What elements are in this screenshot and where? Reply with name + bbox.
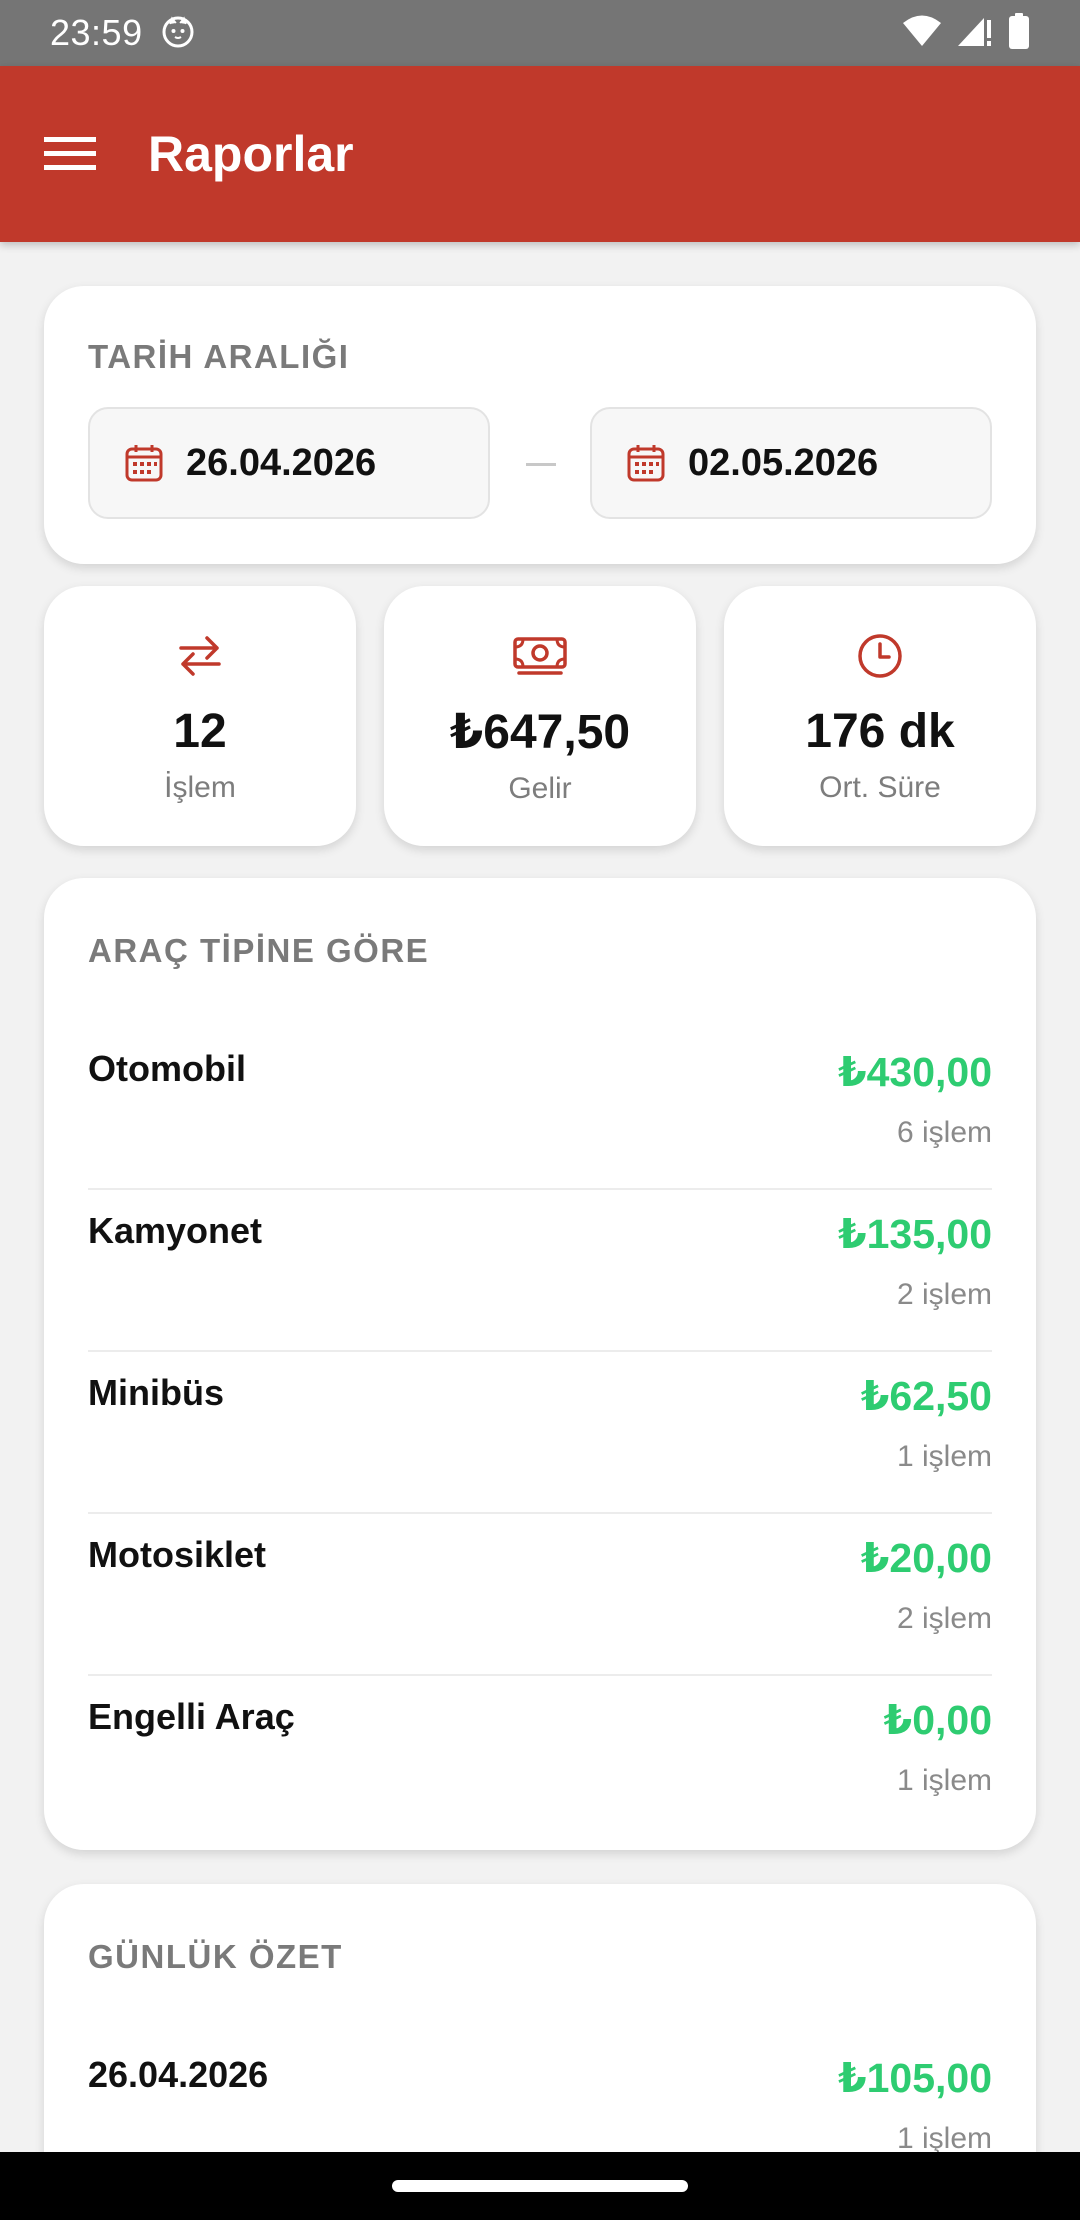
status-bar: 23:59 — [0, 0, 1080, 66]
clock-icon — [856, 628, 904, 684]
start-date-value: 26.04.2026 — [186, 441, 377, 484]
cat-notification-icon — [161, 14, 195, 53]
stat-card-average-duration: 176 dk Ort. Süre — [724, 586, 1036, 846]
start-date-field[interactable]: 26.04.2026 — [88, 407, 490, 519]
date-range-card: TARİH ARALIĞI 26.04.2026 02.05.2026 — [44, 286, 1036, 564]
date-range-title: TARİH ARALIĞI — [88, 338, 350, 375]
hamburger-menu-icon — [44, 137, 96, 170]
money-icon — [513, 628, 567, 684]
end-date-value: 02.05.2026 — [688, 441, 879, 484]
daily-date: 26.04.2026 — [88, 2054, 269, 2095]
vehicle-type-count: 1 işlem — [896, 1440, 992, 1473]
reports-screen: 23:59 Raporlar TARİH ARALIĞI 26.04.2026 … — [0, 0, 1080, 2220]
home-gesture-handle[interactable] — [392, 2180, 688, 2192]
list-item: Engelli Araç ₺0,00 1 işlem — [88, 1676, 992, 1838]
vehicle-type-amount: ₺135,00 — [838, 1211, 992, 1257]
vehicle-type-amount: ₺20,00 — [860, 1535, 992, 1581]
system-navigation-bar — [0, 2152, 1080, 2220]
calendar-icon — [125, 445, 163, 482]
list-item: Kamyonet ₺135,00 2 işlem — [88, 1190, 992, 1352]
status-time: 23:59 — [50, 12, 143, 53]
daily-count: 1 işlem — [896, 2122, 992, 2155]
vehicle-type-amount: ₺430,00 — [838, 1049, 992, 1095]
list-item: Minibüs ₺62,50 1 işlem — [88, 1352, 992, 1514]
page-title: Raporlar — [148, 126, 354, 182]
stat-label: İşlem — [164, 771, 236, 804]
vehicle-type-card: ARAÇ TİPİNE GÖRE Otomobil ₺430,00 6 işle… — [44, 878, 1036, 1850]
vehicle-type-amount: ₺62,50 — [860, 1373, 992, 1419]
vehicle-type-count: 6 işlem — [896, 1116, 992, 1149]
daily-summary-title: GÜNLÜK ÖZET — [88, 1938, 343, 1975]
menu-button[interactable] — [0, 66, 140, 242]
vehicle-type-amount: ₺0,00 — [883, 1697, 992, 1743]
list-item: Otomobil ₺430,00 6 işlem — [88, 1028, 992, 1190]
stat-value: 176 dk — [805, 705, 955, 758]
stat-label: Ort. Süre — [819, 771, 941, 804]
vehicle-type-list: Otomobil ₺430,00 6 işlem Kamyonet ₺135,0… — [88, 1028, 992, 1838]
stat-card-transactions: 12 İşlem — [44, 586, 356, 846]
stat-value: 12 — [173, 705, 227, 758]
end-date-field[interactable]: 02.05.2026 — [590, 407, 992, 519]
vehicle-type-name: Minibüs — [88, 1372, 224, 1413]
vehicle-type-count: 1 işlem — [896, 1764, 992, 1797]
signal-icon — [956, 14, 994, 53]
swap-arrows-icon — [177, 628, 223, 684]
stat-label: Gelir — [508, 772, 572, 805]
calendar-icon — [627, 445, 665, 482]
stat-value: ₺647,50 — [449, 706, 631, 759]
vehicle-type-name: Kamyonet — [88, 1210, 263, 1251]
date-separator — [526, 463, 556, 466]
list-item: Motosiklet ₺20,00 2 işlem — [88, 1514, 992, 1676]
vehicle-type-count: 2 işlem — [896, 1602, 992, 1635]
vehicle-type-name: Engelli Araç — [88, 1696, 295, 1737]
app-bar: Raporlar — [0, 66, 1080, 242]
stat-card-revenue: ₺647,50 Gelir — [384, 586, 696, 846]
vehicle-type-name: Otomobil — [88, 1048, 246, 1089]
battery-icon — [1008, 12, 1030, 54]
daily-amount: ₺105,00 — [838, 2055, 992, 2101]
vehicle-type-count: 2 işlem — [896, 1278, 992, 1311]
vehicle-type-name: Motosiklet — [88, 1534, 267, 1575]
vehicle-type-title: ARAÇ TİPİNE GÖRE — [88, 932, 430, 969]
wifi-icon — [902, 14, 942, 53]
